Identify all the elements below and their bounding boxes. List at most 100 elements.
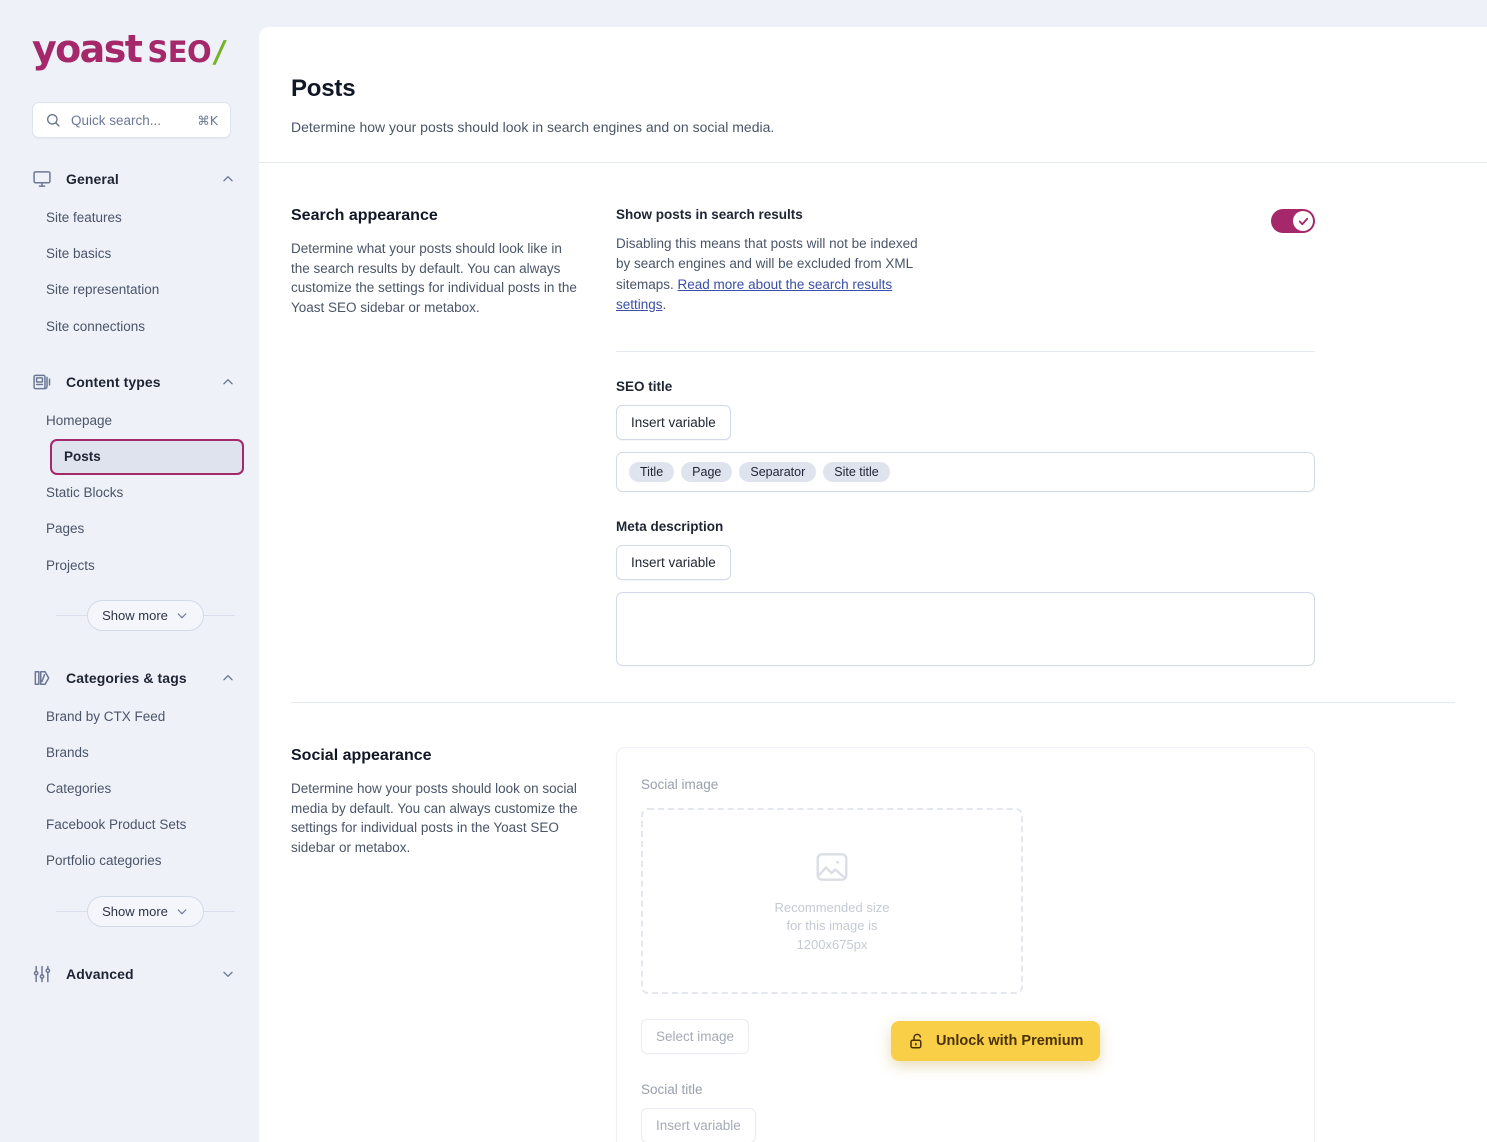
chevron-up-icon [223,176,233,182]
seo-title-input[interactable]: Title Page Separator Site title [616,452,1315,492]
show-posts-label: Show posts in search results [616,207,803,222]
sidebar-sub-categories-tags: Brand by CTX Feed Brands Categories Face… [0,697,259,880]
sidebar-group-general[interactable]: General [0,160,259,198]
sidebar-item-posts[interactable]: Posts [50,438,244,476]
toggle-knob [1293,211,1313,231]
chevron-up-icon [223,378,233,385]
sidebar-item-site-connections[interactable]: Site connections [32,309,243,345]
social-image-field: Social image Recommended size for this i… [641,776,1286,1054]
sidebar-item-categories[interactable]: Categories [32,771,243,807]
show-posts-description: Disabling this means that posts will not… [616,234,926,315]
logo-seo-text: SEO [147,35,212,69]
search-shortcut: ⌘K [197,112,218,128]
search-placeholder: Quick search... [71,112,162,128]
variable-token[interactable]: Title [629,462,675,482]
sidebar-sub-content-types: Homepage Posts Static Blocks Pages Proje… [0,401,259,584]
show-more-row-content-types: Show more [56,599,235,631]
sidebar-item-static-blocks[interactable]: Static Blocks [32,475,243,511]
sidebar-item-site-basics[interactable]: Site basics [32,236,243,272]
sidebar-item-portfolio-categories[interactable]: Portfolio categories [32,843,243,879]
show-more-button-categories-tags[interactable]: Show more [87,895,204,927]
sidebar-item-projects[interactable]: Projects [32,548,243,584]
social-title-field: Social title Insert variable Title [641,1082,1286,1142]
search-icon [47,114,60,127]
section-description: Determine what your posts should look li… [291,241,577,315]
tag-icon [34,670,50,685]
search-appearance-intro: Search appearance Determine what your po… [291,207,616,666]
search-input[interactable]: Quick search... ⌘K [32,102,231,138]
sliders-icon [33,965,51,982]
premium-button-label: Unlock with Premium [936,1033,1084,1049]
divider [56,910,88,912]
logo-yoast-text: yoast [32,27,143,71]
chevron-down-icon [177,612,187,618]
sidebar-item-site-representation[interactable]: Site representation [32,272,243,308]
main-panel: Posts Determine how your posts should lo… [259,27,1487,1142]
search-appearance-section: Search appearance Determine what your po… [259,163,1487,666]
variable-token[interactable]: Page [681,462,733,482]
sidebar-group-label: Content types [66,373,161,390]
divider [203,910,235,912]
chevron-up-icon [223,674,233,681]
yoast-seo-logo[interactable]: yoast SEO / [32,27,259,71]
seo-title-label: SEO title [616,379,673,394]
social-title-label: Social title [641,1082,703,1097]
variable-token[interactable]: Site title [823,462,890,482]
meta-description-input[interactable] [616,592,1315,666]
page-title: Posts [291,75,356,102]
sidebar-group-label: Categories & tags [66,669,187,686]
show-posts-in-search-results-toggle[interactable] [1271,209,1315,233]
show-more-label: Show more [102,903,168,919]
social-title-insert-variable-button[interactable]: Insert variable [641,1108,756,1142]
section-description: Determine how your posts should look on … [291,781,578,855]
social-image-dropzone[interactable]: Recommended size for this image is 1200x… [641,808,1023,994]
select-image-button[interactable]: Select image [641,1019,750,1054]
sidebar: yoast SEO / Quick search... ⌘K General S… [0,0,259,1142]
sidebar-item-brands[interactable]: Brands [32,735,243,771]
placeholder-line-1: Recommended size [774,899,890,915]
show-more-button-content-types[interactable]: Show more [87,599,204,631]
sidebar-item-pages[interactable]: Pages [32,511,243,547]
placeholder-line-2: for this image is [786,918,878,934]
unlock-with-premium-button[interactable]: Unlock with Premium [891,1021,1101,1061]
content-types-icon [33,374,51,390]
logo-slash-icon: / [211,35,228,70]
logo-wrap: yoast SEO / [0,0,259,76]
chevron-down-icon [223,971,233,977]
monitor-icon [33,171,51,187]
sidebar-group-label: Advanced [66,965,134,982]
chevron-down-icon [177,908,187,914]
show-more-row-categories-tags: Show more [56,895,235,927]
sidebar-group-label: General [66,171,119,187]
meta-description-field: Meta description Insert variable [616,519,1315,666]
sidebar-group-categories-tags[interactable]: Categories & tags [0,659,259,697]
social-appearance-section: Social appearance Determine how your pos… [259,703,1487,1142]
check-icon [1298,217,1308,225]
divider [203,614,235,616]
sidebar-group-content-types[interactable]: Content types [0,363,259,401]
sidebar-item-facebook-product-sets[interactable]: Facebook Product Sets [32,807,243,843]
section-title: Search appearance [291,207,438,224]
divider [56,614,88,616]
sidebar-item-brand-by-ctx-feed[interactable]: Brand by CTX Feed [32,699,243,735]
meta-description-insert-variable-button[interactable]: Insert variable [616,545,731,580]
seo-title-insert-variable-button[interactable]: Insert variable [616,405,731,440]
social-image-placeholder-text: Recommended size for this image is 1200x… [775,899,890,954]
sidebar-group-advanced[interactable]: Advanced [0,955,259,993]
social-appearance-fields: Social image Recommended size for this i… [616,747,1487,1142]
search-appearance-fields: Show posts in search results Disabling t… [616,207,1487,666]
sidebar-sub-general: Site features Site basics Site represent… [0,198,259,345]
sidebar-nav: General Site features Site basics Site r… [0,160,259,993]
show-more-label: Show more [102,607,168,623]
show-posts-desc-after: . [662,296,667,312]
social-appearance-intro: Social appearance Determine how your pos… [291,747,616,1142]
variable-token[interactable]: Separator [739,462,817,482]
meta-description-label: Meta description [616,519,724,534]
sidebar-item-homepage[interactable]: Homepage [32,403,243,439]
show-posts-toggle-row: Show posts in search results Disabling t… [616,207,1315,315]
sidebar-item-site-features[interactable]: Site features [32,200,243,236]
unlock-icon [910,1033,922,1049]
toggle-divider [616,351,1315,352]
